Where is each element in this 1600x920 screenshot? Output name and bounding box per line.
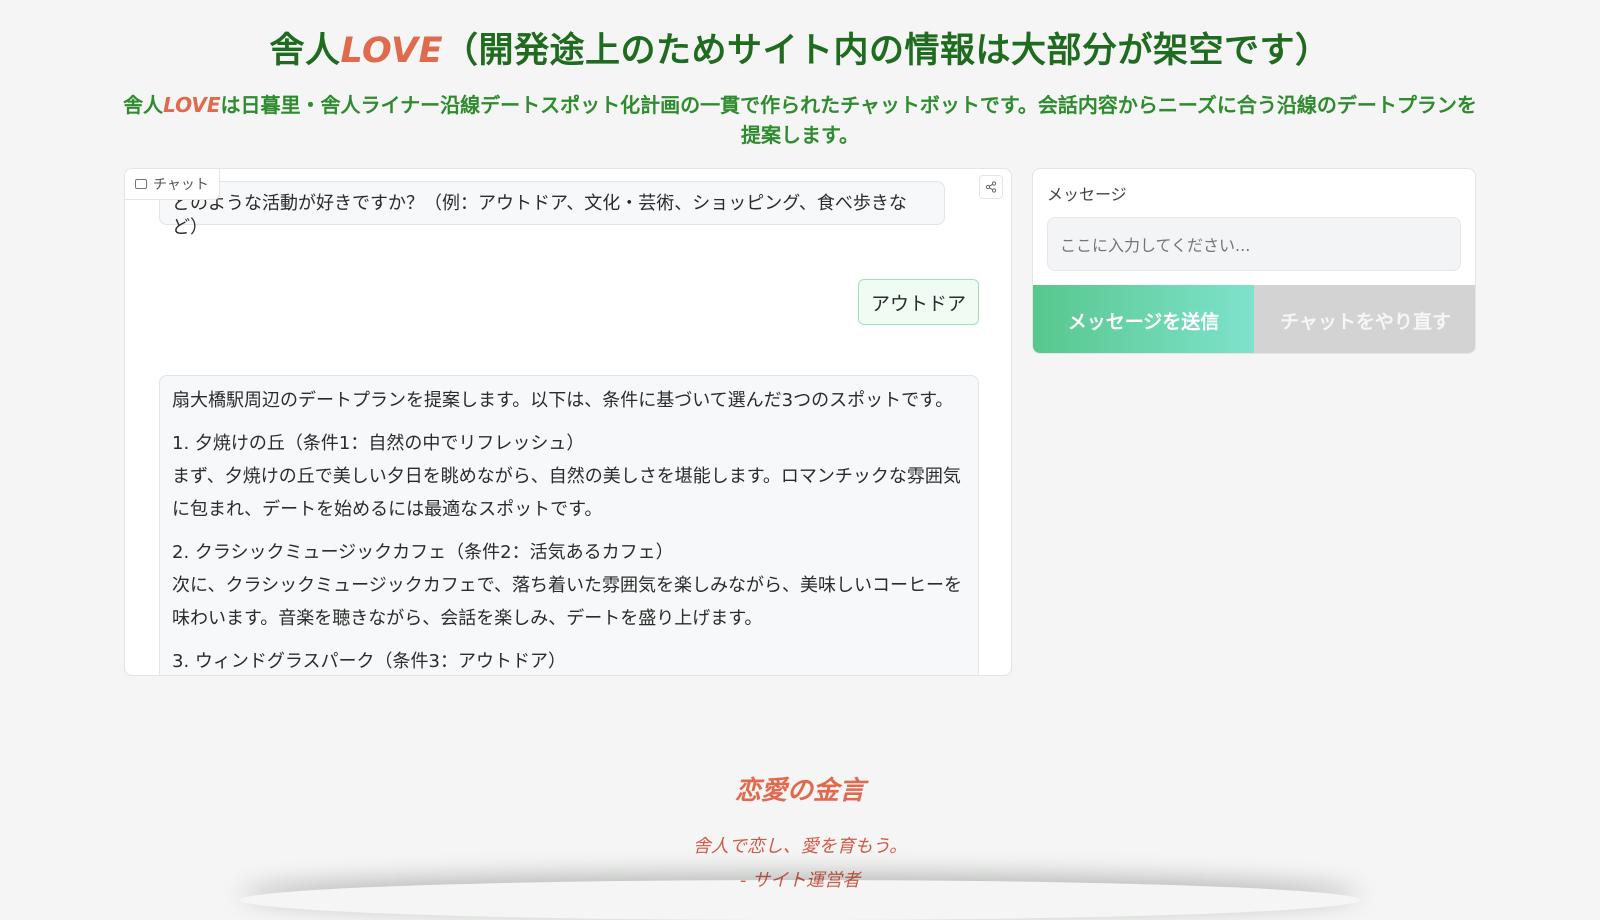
subtitle-suffix: は日暮里・舎人ライナー沿線デートスポット化計画の一貫で作られたチャットボットです… bbox=[220, 93, 1477, 147]
message-paragraph: まず、夕焼けの丘で美しい夕日を眺めながら、自然の美しさを堪能します。ロマンチック… bbox=[172, 466, 961, 520]
message-input[interactable] bbox=[1047, 217, 1461, 271]
message-paragraph: 3. ウィンドグラスパーク（条件3：アウトドア） bbox=[172, 651, 566, 672]
share-button[interactable] bbox=[979, 175, 1003, 199]
subtitle-prefix: 舎人 bbox=[123, 93, 164, 117]
message-paragraph: 扇大橋駅周辺のデートプランを提案します。以下は、条件に基づいて選んだ3つのスポッ… bbox=[172, 390, 954, 411]
message-paragraph: 2. クラシックミュージックカフェ（条件2：活気あるカフェ） bbox=[172, 542, 674, 563]
message-label: メッセージ bbox=[1047, 185, 1127, 204]
title-suffix: （開発途上のためサイト内の情報は大部分が架空です） bbox=[443, 31, 1331, 71]
restart-chat-button[interactable]: チャットをやり直す bbox=[1254, 285, 1475, 353]
chat-bubble-icon bbox=[135, 179, 147, 189]
subtitle-love: LOVE bbox=[163, 93, 221, 117]
bot-message: どのような活動が好きですか？（例：アウトドア、文化・芸術、ショッピング、食べ歩き… bbox=[159, 181, 945, 238]
message-paragraph: 1. 夕焼けの丘（条件1：自然の中でリフレッシュ） bbox=[172, 433, 585, 454]
quote-text: 舎人で恋し、愛を育もう。 bbox=[692, 836, 908, 857]
chat-label-text: チャット bbox=[153, 177, 209, 193]
bot-message: 扇大橋駅周辺のデートプランを提案します。以下は、条件に基づいて選んだ3つのスポッ… bbox=[159, 375, 979, 675]
send-message-button[interactable]: メッセージを送信 bbox=[1033, 285, 1254, 353]
page-subtitle: 舎人LOVEは日暮里・舎人ライナー沿線デートスポット化計画の一貫で作られたチャッ… bbox=[120, 90, 1480, 150]
user-message: アウトドア bbox=[857, 279, 979, 325]
title-love: LOVE bbox=[340, 31, 444, 71]
share-icon bbox=[985, 181, 997, 193]
message-panel: メッセージ メッセージを送信 チャットをやり直す bbox=[1032, 168, 1476, 354]
title-prefix: 舎人 bbox=[269, 31, 341, 71]
bottom-shadow bbox=[240, 880, 1360, 920]
page-title: 舎人LOVE（開発途上のためサイト内の情報は大部分が架空です） bbox=[0, 22, 1600, 73]
message-paragraph: 次に、クラシックミュージックカフェで、落ち着いた雰囲気を楽しみながら、美味しいコ… bbox=[172, 575, 963, 629]
chat-panel[interactable]: チャット どのような活動が好きですか？（例：アウトドア、文化・芸術、ショッピング… bbox=[124, 168, 1012, 676]
chat-label: チャット bbox=[125, 169, 220, 200]
quote-title: 恋愛の金言 bbox=[734, 776, 865, 806]
